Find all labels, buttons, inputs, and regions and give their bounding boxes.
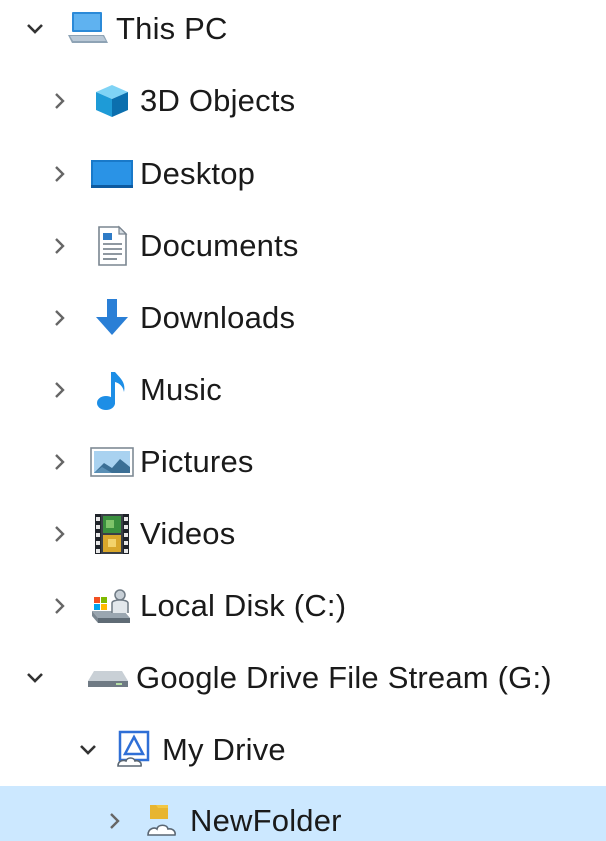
tree-item-desktop[interactable]: Desktop xyxy=(0,138,606,210)
tree-item-label: Pictures xyxy=(140,444,254,479)
computer-icon xyxy=(66,7,110,51)
chevron-down-icon[interactable] xyxy=(74,733,102,767)
3d-objects-icon xyxy=(90,79,134,123)
chevron-right-icon[interactable] xyxy=(42,589,76,623)
tree-item-newfolder[interactable]: NewFolder xyxy=(0,786,606,841)
local-disk-icon xyxy=(90,584,134,628)
tree-item-local-disk[interactable]: Local Disk (C:) xyxy=(0,570,606,642)
chevron-down-icon[interactable] xyxy=(18,661,52,695)
documents-icon xyxy=(90,224,134,268)
music-icon xyxy=(90,368,134,412)
tree-item-this-pc[interactable]: This PC xyxy=(0,0,606,65)
tree-item-downloads[interactable]: Downloads xyxy=(0,282,606,354)
tree-item-my-drive[interactable]: My Drive xyxy=(0,714,606,786)
chevron-right-icon[interactable] xyxy=(42,517,76,551)
tree-item-label: Desktop xyxy=(140,156,256,191)
chevron-right-icon[interactable] xyxy=(42,84,76,118)
tree-item-label: Google Drive File Stream (G:) xyxy=(136,660,552,695)
videos-icon xyxy=(90,512,134,556)
tree-item-3d-objects[interactable]: 3D Objects xyxy=(0,65,606,137)
tree-item-label: My Drive xyxy=(162,732,286,767)
shared-folder-icon xyxy=(140,799,184,841)
my-drive-icon xyxy=(112,728,156,772)
tree-item-label: NewFolder xyxy=(190,803,342,838)
desktop-icon xyxy=(90,152,134,196)
chevron-right-icon[interactable] xyxy=(42,229,76,263)
tree-item-label: Music xyxy=(140,372,222,407)
chevron-down-icon[interactable] xyxy=(18,12,52,46)
tree-item-documents[interactable]: Documents xyxy=(0,210,606,282)
tree-item-label: This PC xyxy=(116,11,228,46)
tree-item-videos[interactable]: Videos xyxy=(0,498,606,570)
pictures-icon xyxy=(90,440,134,484)
tree-item-label: Local Disk (C:) xyxy=(140,588,347,623)
navigation-tree: This PC 3D Objects Desktop Documents Dow… xyxy=(0,0,606,841)
chevron-right-icon[interactable] xyxy=(42,157,76,191)
tree-item-label: 3D Objects xyxy=(140,83,296,118)
chevron-right-icon[interactable] xyxy=(42,301,76,335)
chevron-right-icon[interactable] xyxy=(42,373,76,407)
downloads-icon xyxy=(90,296,134,340)
tree-item-label: Documents xyxy=(140,228,299,263)
tree-item-pictures[interactable]: Pictures xyxy=(0,426,606,498)
tree-item-google-drive[interactable]: Google Drive File Stream (G:) xyxy=(0,642,606,714)
chevron-right-icon[interactable] xyxy=(100,804,128,838)
drive-icon xyxy=(86,656,130,700)
tree-item-label: Videos xyxy=(140,516,236,551)
chevron-right-icon[interactable] xyxy=(42,445,76,479)
tree-item-music[interactable]: Music xyxy=(0,354,606,426)
tree-item-label: Downloads xyxy=(140,300,296,335)
